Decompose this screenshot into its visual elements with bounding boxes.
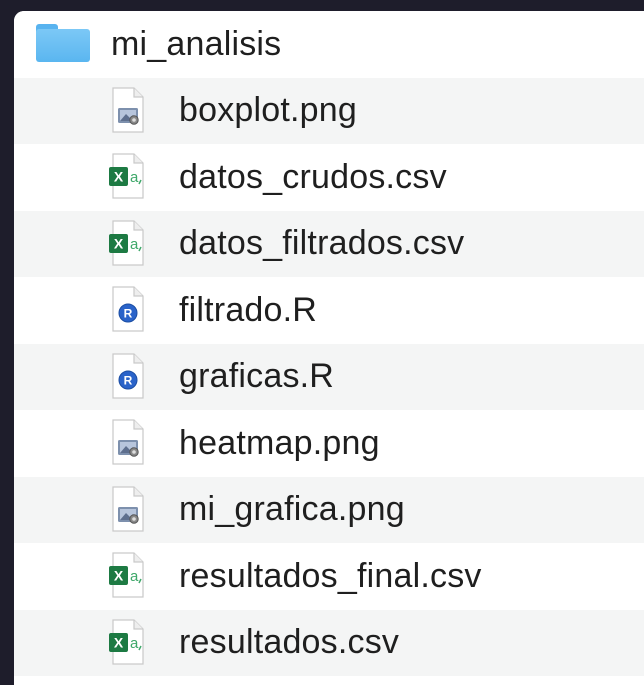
file-row[interactable]: R filtrado.R	[14, 277, 644, 344]
file-row[interactable]: Xa datos_filtrados.csv	[14, 210, 644, 277]
file-name: filtrado.R	[179, 290, 318, 329]
file-browser-window: mi_analisis boxplot.png Xa datos_crudos.…	[14, 11, 644, 685]
file-name: resultados_final.csv	[179, 556, 482, 595]
file-name: heatmap.png	[179, 423, 380, 462]
image-file-icon	[109, 419, 149, 467]
file-row[interactable]: heatmap.png	[14, 410, 644, 477]
file-name: mi_grafica.png	[179, 490, 405, 529]
folder-name: mi_analisis	[111, 24, 282, 63]
svg-text:a: a	[130, 635, 139, 652]
image-file-icon	[109, 486, 149, 534]
svg-text:a: a	[130, 169, 139, 186]
svg-text:X: X	[114, 169, 124, 185]
file-row[interactable]: Xa resultados.csv	[14, 609, 644, 676]
file-name: datos_filtrados.csv	[179, 224, 465, 263]
r-script-icon: R	[109, 353, 149, 401]
folder-icon	[36, 24, 90, 64]
svg-text:X: X	[114, 634, 124, 650]
svg-text:a: a	[130, 568, 139, 585]
excel-csv-icon: Xa	[109, 220, 149, 268]
file-row[interactable]: R graficas.R	[14, 343, 644, 410]
file-row[interactable]: Xa resultados_final.csv	[14, 543, 644, 610]
file-row[interactable]: mi_grafica.png	[14, 476, 644, 543]
excel-csv-icon: Xa	[109, 153, 149, 201]
svg-text:X: X	[114, 568, 124, 584]
file-name: boxplot.png	[179, 91, 358, 130]
file-name: resultados.csv	[179, 623, 400, 662]
svg-text:R: R	[124, 307, 133, 321]
folder-row[interactable]: mi_analisis	[14, 11, 644, 78]
svg-text:a: a	[130, 236, 139, 253]
file-row[interactable]: boxplot.png	[14, 77, 644, 144]
excel-csv-icon: Xa	[109, 619, 149, 667]
excel-csv-icon: Xa	[109, 552, 149, 600]
file-row[interactable]: Xa datos_crudos.csv	[14, 144, 644, 211]
file-name: graficas.R	[179, 357, 335, 396]
image-file-icon	[109, 87, 149, 135]
svg-text:R: R	[124, 373, 133, 387]
r-script-icon: R	[109, 286, 149, 334]
file-name: datos_crudos.csv	[179, 157, 447, 196]
svg-text:X: X	[114, 235, 124, 251]
